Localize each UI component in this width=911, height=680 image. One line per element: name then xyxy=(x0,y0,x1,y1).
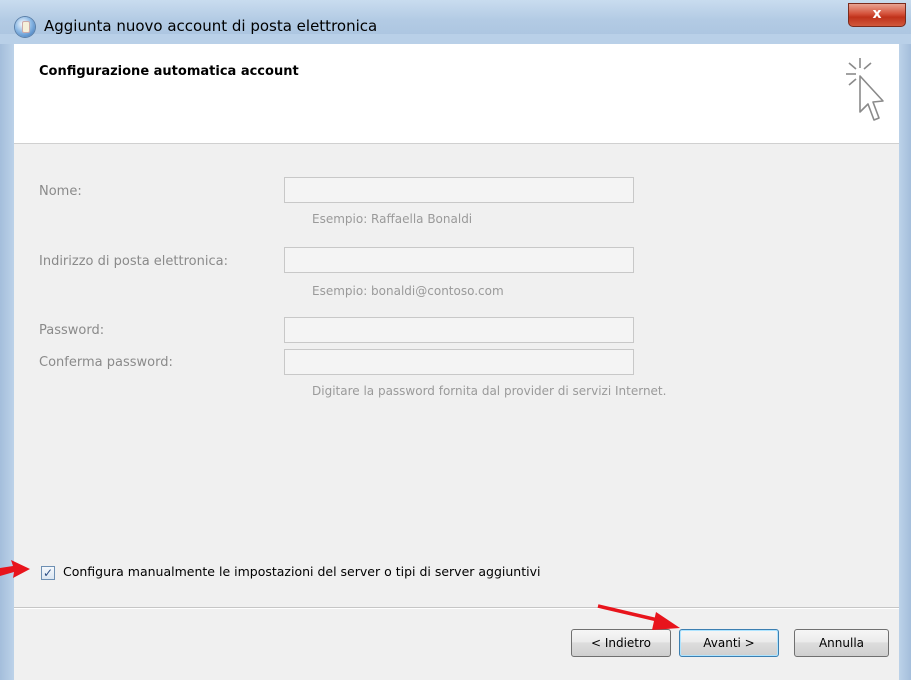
name-label: Nome: xyxy=(39,184,82,199)
annotation-arrow-checkbox-icon xyxy=(0,560,30,578)
password-field[interactable] xyxy=(284,317,634,343)
window-frame-left xyxy=(0,44,14,680)
close-button[interactable]: x xyxy=(848,3,906,27)
password-hint: Digitare la password fornita dal provide… xyxy=(312,384,667,398)
confirm-password-field[interactable] xyxy=(284,349,634,375)
window-title: Aggiunta nuovo account di posta elettron… xyxy=(44,17,378,35)
annotation-arrow-next-icon xyxy=(597,604,680,630)
click-cursor-icon xyxy=(846,58,884,121)
email-hint: Esempio: bonaldi@contoso.com xyxy=(312,284,504,298)
window-frame-right xyxy=(899,44,911,680)
cancel-button[interactable]: Annulla xyxy=(794,629,889,657)
separator xyxy=(14,607,899,609)
manual-config-label[interactable]: Configura manualmente le impostazioni de… xyxy=(63,564,540,579)
manual-config-checkbox[interactable]: ✓ xyxy=(41,566,55,580)
name-field[interactable] xyxy=(284,177,634,203)
wizard-header: Configurazione automatica account xyxy=(14,44,899,144)
page-title: Configurazione automatica account xyxy=(39,64,299,79)
dialog-body: Configurazione automatica account Nome: … xyxy=(14,44,899,680)
confirm-password-label: Conferma password: xyxy=(39,355,173,370)
next-button[interactable]: Avanti > xyxy=(679,629,779,657)
name-hint: Esempio: Raffaella Bonaldi xyxy=(312,212,473,226)
email-label: Indirizzo di posta elettronica: xyxy=(39,254,228,269)
email-field[interactable] xyxy=(284,247,634,273)
outlook-app-icon xyxy=(15,17,35,37)
title-bar[interactable]: Aggiunta nuovo account di posta elettron… xyxy=(0,0,911,44)
password-label: Password: xyxy=(39,323,105,338)
